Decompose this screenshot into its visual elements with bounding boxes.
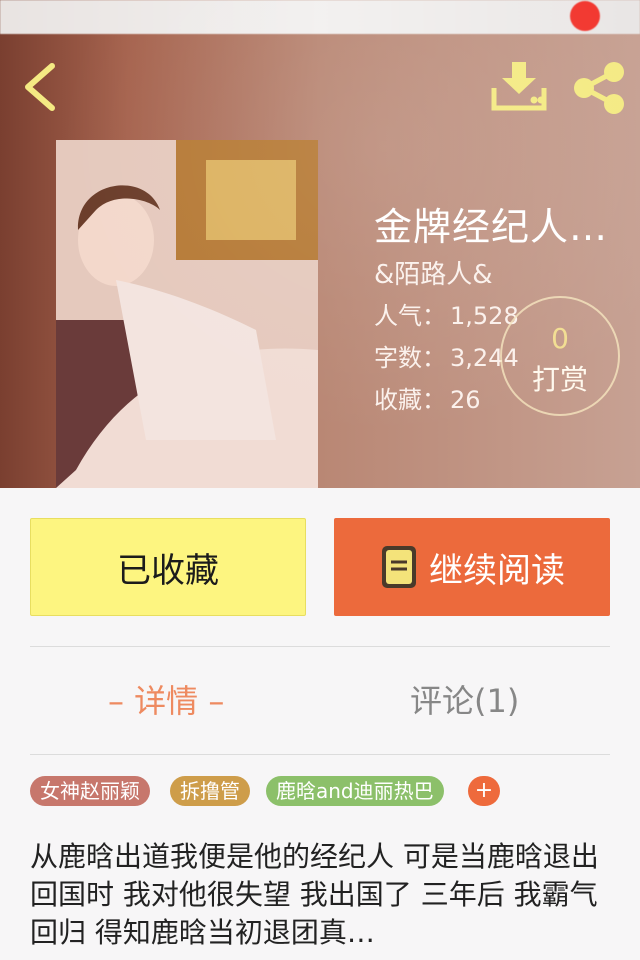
share-icon[interactable] [570,60,628,116]
book-description: 从鹿晗出道我便是他的经纪人 可是当鹿晗退出回国时 我对他很失望 我出国了 三年后… [30,840,599,949]
book-header: 金牌经纪人… &陌路人& 人气： 1,528 字数： 3,244 收藏： 26 0 打… [0,0,640,488]
back-icon[interactable] [18,60,64,114]
divider [30,646,610,647]
book-title: 金牌经纪人… [374,205,609,249]
book-author[interactable]: &陌路人& [374,254,493,291]
tag-item[interactable]: 拆撸管 [170,776,250,806]
download-icon[interactable] [490,60,548,112]
tag-item[interactable]: 鹿晗and迪丽热巴 [266,776,444,806]
divider [30,754,610,755]
reward-button[interactable]: 0 打赏 [500,296,620,416]
reward-label: 打赏 [531,363,588,396]
status-bar [0,0,640,34]
tab-comments[interactable]: 评论(1) [410,676,519,722]
stat-value: 3,244 [450,344,519,372]
reward-count: 0 [551,322,569,355]
book-detail-page: 金牌经纪人… &陌路人& 人气： 1,528 字数： 3,244 收藏： 26 0 打… [0,0,640,960]
book-icon [382,546,416,588]
stat-label: 人气： [374,302,446,330]
tab-detail[interactable]: – 详情 – [108,676,224,722]
stat-value: 26 [450,386,481,414]
favorited-label: 已收藏 [117,550,219,591]
stat-value: 1,528 [450,302,519,330]
continue-reading-button[interactable]: 继续阅读 [334,518,610,616]
popularity-stat: 人气： 1,528 [374,296,519,331]
add-tag-button[interactable]: + [468,776,500,806]
continue-reading-label: 继续阅读 [429,550,565,591]
stat-label: 字数： [374,344,446,372]
word-count-stat: 字数： 3,244 [374,338,519,373]
tag-item[interactable]: 女神赵丽颖 [30,776,150,806]
book-cover-image[interactable] [56,140,318,488]
notification-dot [570,1,600,31]
favorites-stat: 收藏： 26 [374,380,481,415]
favorited-button[interactable]: 已收藏 [30,518,306,616]
stat-label: 收藏： [374,386,446,414]
